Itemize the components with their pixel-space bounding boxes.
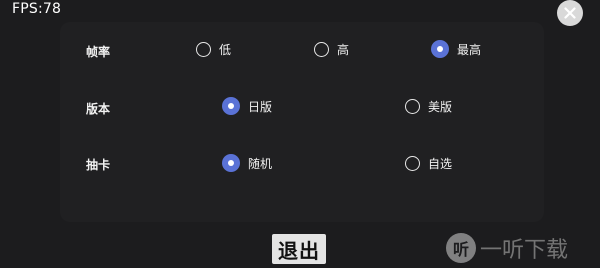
option-label: 日版 (248, 99, 273, 114)
fps-counter: FPS:78 (12, 1, 62, 17)
radio-unselected-icon (405, 156, 420, 171)
watermark: 听 一听下载 (446, 232, 568, 264)
option-label: 最高 (457, 42, 482, 57)
radio-selected-icon (431, 40, 449, 58)
close-button[interactable] (557, 0, 583, 26)
watermark-text: 一听下载 (480, 238, 569, 263)
option-label: 美版 (428, 100, 453, 114)
option-label: 高 (337, 43, 350, 57)
option-framerate-low[interactable]: 低 (196, 41, 231, 58)
close-icon (564, 7, 576, 19)
option-gacha-random[interactable]: 随机 (222, 154, 272, 172)
exit-button[interactable]: 退出 (272, 234, 326, 264)
option-version-jp[interactable]: 日版 (222, 97, 272, 115)
row-label-version: 版本 (86, 102, 111, 116)
radio-unselected-icon (405, 99, 420, 114)
option-label: 自选 (428, 157, 453, 171)
row-label-framerate: 帧率 (86, 45, 111, 59)
radio-unselected-icon (196, 42, 211, 57)
option-framerate-high[interactable]: 高 (314, 41, 349, 58)
option-label: 随机 (248, 156, 273, 171)
radio-unselected-icon (314, 42, 329, 57)
radio-selected-icon (222, 154, 240, 172)
row-label-gacha: 抽卡 (86, 158, 111, 172)
watermark-logo: 听 (446, 233, 476, 263)
option-framerate-highest[interactable]: 最高 (431, 40, 481, 58)
option-gacha-select[interactable]: 自选 (405, 155, 452, 172)
option-label: 低 (219, 43, 232, 57)
option-version-us[interactable]: 美版 (405, 98, 452, 115)
radio-selected-icon (222, 97, 240, 115)
